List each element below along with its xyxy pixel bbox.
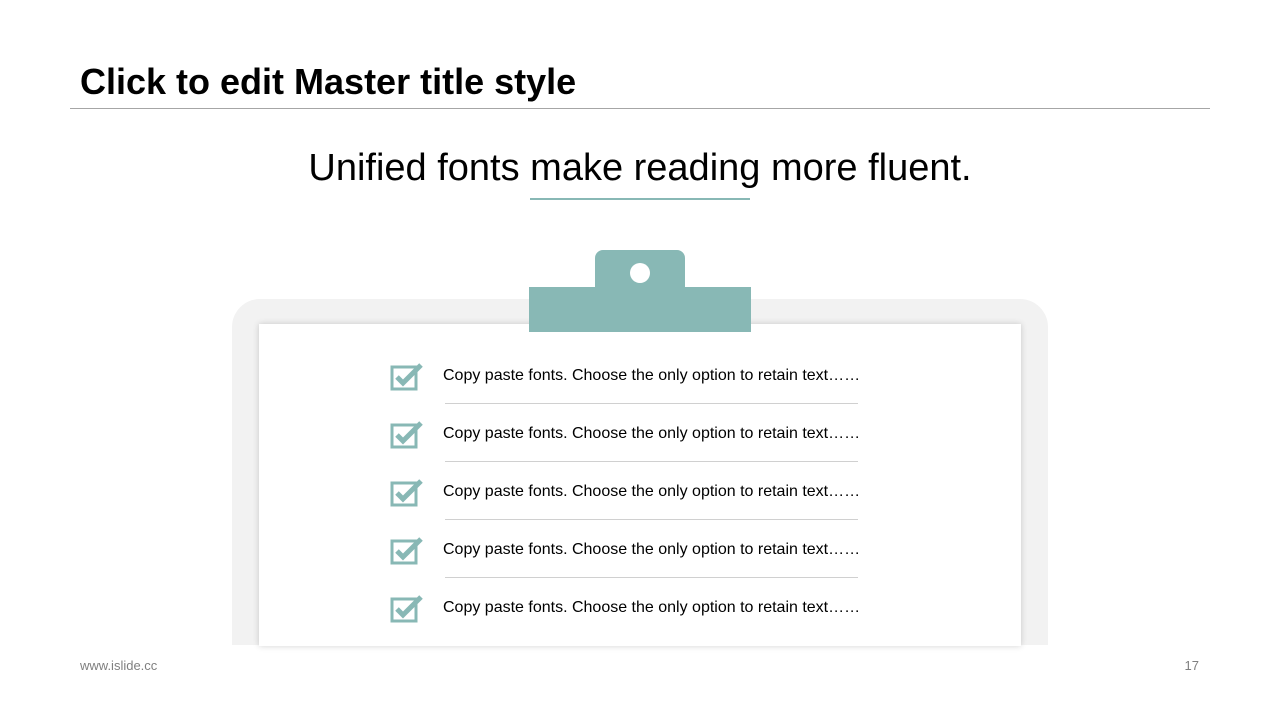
checkbox-checked-icon [390, 537, 423, 565]
checklist-item: Copy paste fonts. Choose the only option… [388, 404, 868, 462]
checklist-item: Copy paste fonts. Choose the only option… [388, 346, 868, 404]
checkbox-checked-icon [390, 363, 423, 391]
subtitle[interactable]: Unified fonts make reading more fluent. [0, 145, 1280, 191]
checklist-item: Copy paste fonts. Choose the only option… [388, 578, 868, 636]
checklist-item: Copy paste fonts. Choose the only option… [388, 462, 868, 520]
checklist-item-text[interactable]: Copy paste fonts. Choose the only option… [443, 598, 860, 618]
clipboard-clip-hole [630, 263, 650, 283]
checklist-item: Copy paste fonts. Choose the only option… [388, 520, 868, 578]
page-number: 17 [1184, 658, 1199, 673]
checklist-item-text[interactable]: Copy paste fonts. Choose the only option… [443, 540, 860, 560]
checklist-item-text[interactable]: Copy paste fonts. Choose the only option… [443, 424, 860, 444]
checklist-item-text[interactable]: Copy paste fonts. Choose the only option… [443, 482, 860, 502]
subtitle-underline [530, 198, 750, 200]
slide: Click to edit Master title style Unified… [0, 0, 1280, 720]
checklist-item-text[interactable]: Copy paste fonts. Choose the only option… [443, 366, 860, 386]
footer-url: www.islide.cc [80, 658, 158, 673]
checkbox-checked-icon [390, 595, 423, 623]
title-divider [70, 108, 1210, 109]
checkbox-checked-icon [390, 421, 423, 449]
master-title[interactable]: Click to edit Master title style [80, 60, 576, 104]
checkbox-checked-icon [390, 479, 423, 507]
checklist: Copy paste fonts. Choose the only option… [388, 346, 868, 636]
